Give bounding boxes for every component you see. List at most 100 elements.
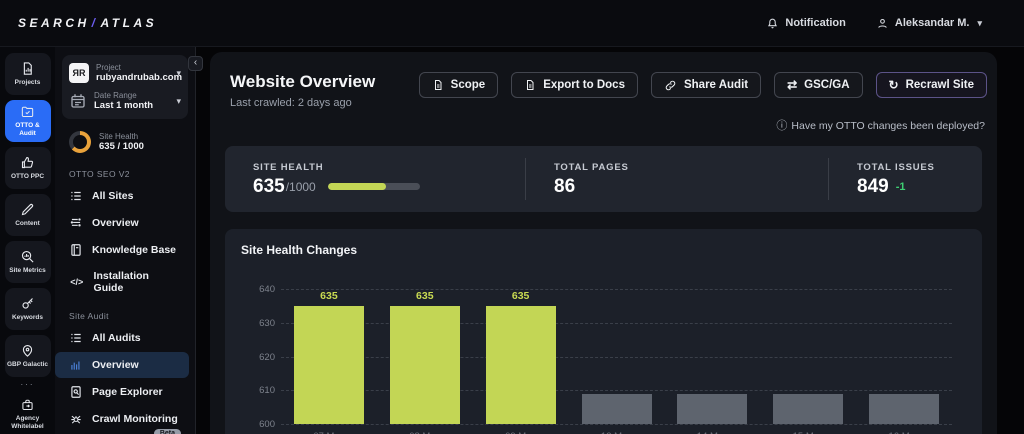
rail-item-label: Keywords [12,314,43,322]
app-root: SEARCH/ATLAS Notification Aleksandar M. … [0,0,1024,434]
bell-icon [766,17,779,30]
topbar-right: Notification Aleksandar M. ▾ [766,17,1024,30]
layers-icon [69,216,83,230]
top-bar: SEARCH/ATLAS Notification Aleksandar M. … [0,0,1024,47]
document-icon [432,79,444,91]
bar-16-may[interactable] [869,394,939,424]
briefcase-icon [20,398,35,412]
bar-14-may[interactable] [677,394,747,424]
sidebar-item-label: Overview [92,217,139,229]
button-label: Recrawl Site [906,79,974,91]
sidebar-collapse-button[interactable]: ‹ [188,56,203,71]
otto-deploy-note[interactable]: ⓘHave my OTTO changes been deployed? [210,109,997,133]
search-atlas-logo[interactable]: SEARCH/ATLAS [18,16,157,30]
stat-label: SITE HEALTH [253,162,525,173]
chart-title: Site Health Changes [241,243,966,257]
rail-item-label: OTTO & Audit [7,122,49,138]
y-axis-tick: 620 [245,351,275,362]
rail-item-agency-whitelabel[interactable]: Agency Whitelabel [5,393,51,434]
bar-value-label: 635 [320,290,338,302]
rail-item-site-metrics[interactable]: Site Metrics [5,241,51,283]
sidebar-item-all-sites[interactable]: All Sites [55,183,189,209]
sidebar-item-knowledge-base[interactable]: Knowledge Base [55,237,189,263]
notification-button[interactable]: Notification [766,17,846,30]
site-health-value: 635 / 1000 [99,141,181,152]
last-crawled-text: Last crawled: 2 days ago [230,97,375,109]
recrawl-site-button[interactable]: ↻ Recrawl Site [876,72,987,98]
button-label: Scope [451,79,486,91]
link-icon [664,79,677,92]
pencil-icon [20,202,35,217]
bar-slot: 635 [473,289,569,424]
project-label: Project [96,63,169,72]
notification-label: Notification [785,17,846,29]
bar-value-label: 635 [416,290,434,302]
deploy-note-text: Have my OTTO changes been deployed? [791,120,985,132]
date-range-selector[interactable]: Date Range Last 1 month ▾ [69,87,181,115]
bar-slot [569,289,665,424]
gridline: 600 [281,424,952,425]
thumbs-up-icon [20,155,35,170]
stat-value: 849 [857,177,889,196]
bar-07-may[interactable]: 635 [294,306,364,424]
sidebar-item-overview-otto[interactable]: Overview [55,210,189,236]
scope-button[interactable]: Scope [419,72,499,98]
page-title: Website Overview [230,72,375,92]
gsc-ga-button[interactable]: ⇄ GSC/GA [774,72,862,98]
sidebar-item-label: Knowledge Base [92,244,176,256]
section-title-site-audit: Site Audit [55,301,195,324]
rail-item-content[interactable]: Content [5,194,51,236]
project-value: rubyandrubab.com [96,72,169,83]
stat-suffix: /1000 [286,180,316,194]
bar-slot [856,289,952,424]
rail-item-keywords[interactable]: Keywords [5,288,51,330]
issues-delta-badge: -1 [896,181,906,193]
caret-down-icon: ▾ [176,68,181,79]
site-health-progress [328,183,420,190]
page-search-icon [69,385,83,399]
share-audit-button[interactable]: Share Audit [651,72,761,98]
export-to-docs-button[interactable]: Export to Docs [511,72,638,98]
bar-slot [760,289,856,424]
website-overview-panel: Website Overview Last crawled: 2 days ag… [210,52,997,434]
user-menu[interactable]: Aleksandar M. ▾ [876,17,982,30]
list-icon [69,331,83,345]
book-icon [69,243,83,257]
project-selector[interactable]: ЯR Project rubyandrubab.com ▾ [69,59,181,87]
sidebar-item-label: Installation Guide [94,270,179,294]
bar-chart-icon [69,358,83,372]
swap-icon: ⇄ [787,79,797,91]
refresh-icon: ↻ [889,79,899,91]
rail-item-projects[interactable]: Projects [5,53,51,95]
rail-item-gbp-galactic[interactable]: GBP Galactic [5,335,51,377]
sidebar-item-installation-guide[interactable]: </> Installation Guide [55,264,189,300]
sidebar-item-overview-audit[interactable]: Overview [55,352,189,378]
stat-value: 635 [253,177,285,196]
site-health-label: Site Health [99,132,181,141]
bars-container: 635 635 635 [281,289,952,424]
stat-site-health: SITE HEALTH 635 /1000 [225,158,525,200]
logo-text-right: ATLAS [101,16,158,30]
bar-15-may[interactable] [773,394,843,424]
logo-text-left: SEARCH [18,16,90,30]
rail-item-otto-audit[interactable]: OTTO & Audit [5,100,51,142]
key-icon [20,296,35,311]
projects-icon [20,61,35,76]
audit-sidebar: ‹ ЯR Project rubyandrubab.com ▾ Date Ran… [55,47,196,434]
site-health-changes-chart: Site Health Changes 640 630 620 610 600 … [225,229,982,434]
logo-slash: / [92,16,99,30]
bar-13-may[interactable] [582,394,652,424]
stat-total-pages: TOTAL PAGES 86 [525,158,828,200]
button-label: GSC/GA [804,79,849,91]
site-health-widget: Site Health 635 / 1000 [55,123,195,159]
sidebar-item-page-explorer[interactable]: Page Explorer [55,379,189,405]
code-icon: </> [69,277,85,287]
sidebar-item-label: Overview [92,359,139,371]
sidebar-item-all-audits[interactable]: All Audits [55,325,189,351]
bar-08-may[interactable]: 635 [390,306,460,424]
bar-value-label: 635 [512,290,530,302]
stats-bar: SITE HEALTH 635 /1000 TOTAL PAGES 86 TOT… [225,146,982,212]
map-pin-icon [20,343,35,358]
rail-item-otto-ppc[interactable]: OTTO PPC [5,147,51,189]
bar-09-may[interactable]: 635 [486,306,556,424]
